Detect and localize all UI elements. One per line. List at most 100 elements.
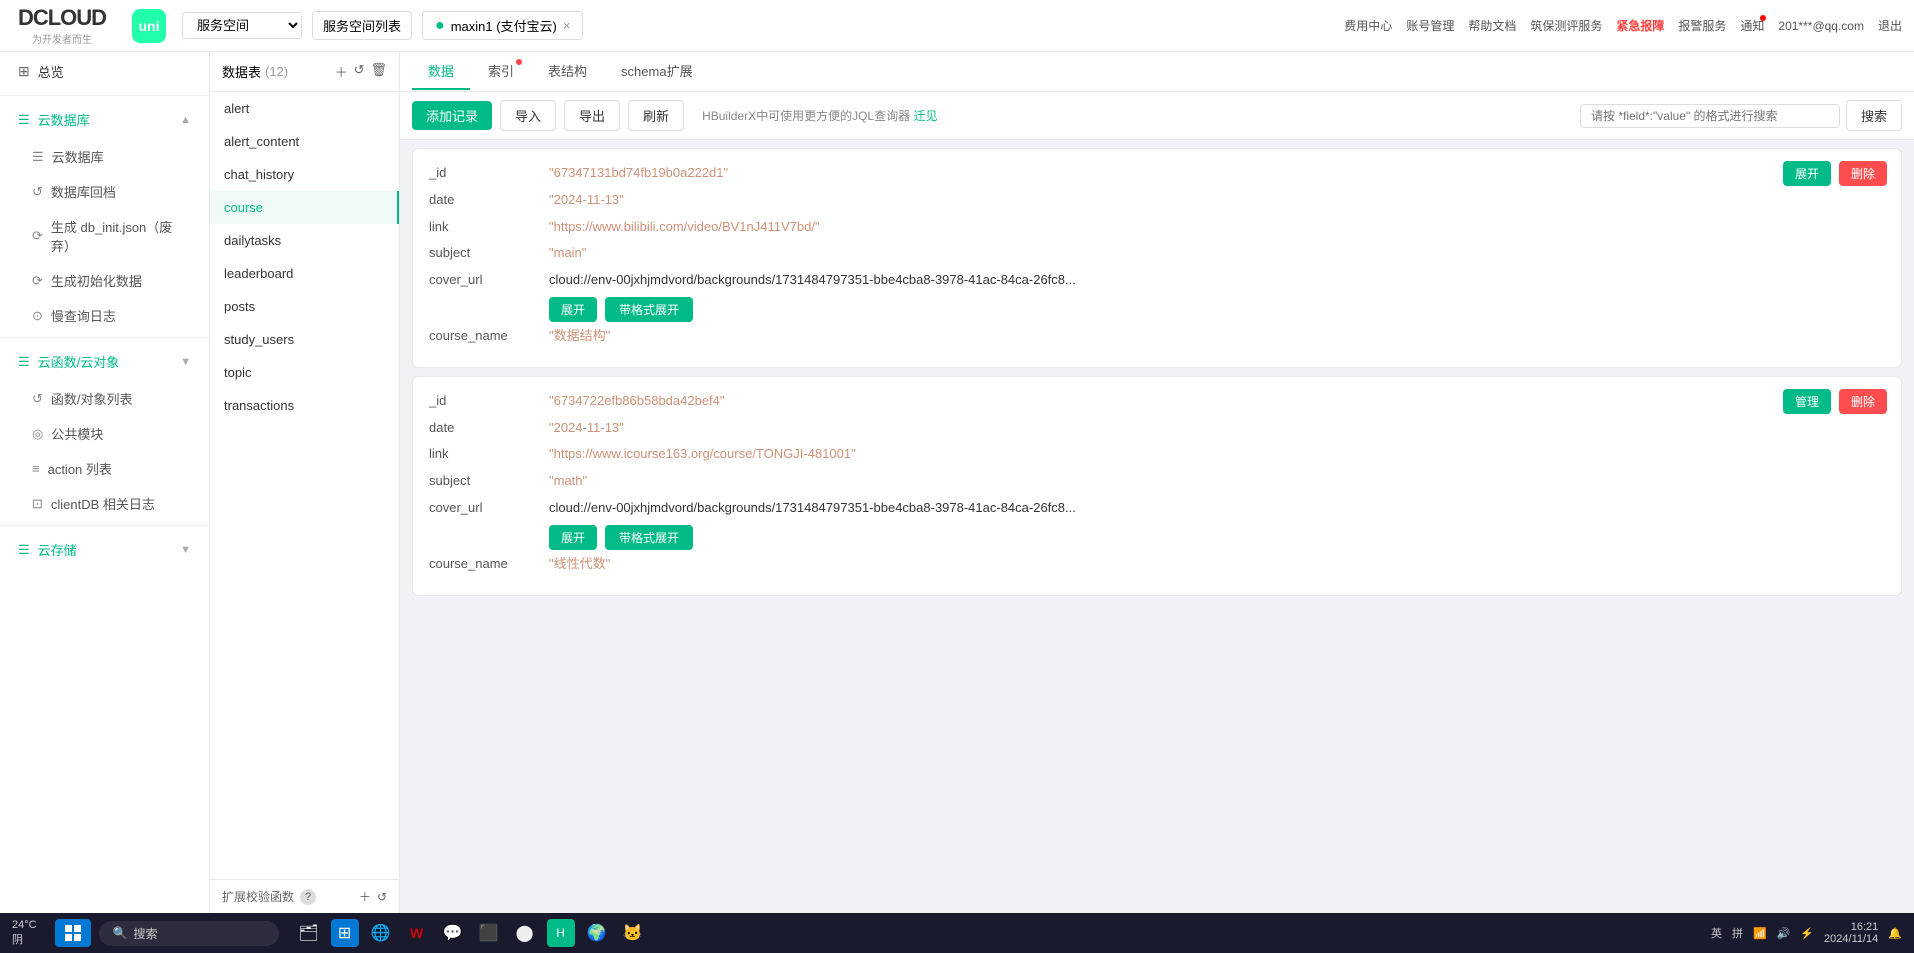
table-item-posts[interactable]: posts [210,290,399,323]
sidebar-func-list-label: 函数/对象列表 [51,389,133,408]
record-field-date-0: date "2024-11-13" [429,190,1885,211]
search-input[interactable] [1580,104,1840,128]
nav-notify[interactable]: 通知 [1740,17,1764,34]
expand-button-0[interactable]: 展开 [549,297,597,322]
sidebar-item-public-module[interactable]: ◎ 公共模块 [0,416,209,451]
add-record-button[interactable]: 添加记录 [412,101,492,130]
toolbar: 添加记录 导入 导出 刷新 HBuilderX中可使用更方便的JQL查询器 迁见… [400,92,1914,140]
taskbar-browser2-icon[interactable]: 🌍 [583,919,611,947]
sidebar-item-db-backup[interactable]: ↺ 数据库回档 [0,174,209,209]
taskbar-notification-icon[interactable]: 🔔 [1888,927,1902,940]
taskbar-input-en[interactable]: 英 [1711,925,1722,941]
taskbar-start-button[interactable] [55,919,91,947]
nav-urgent[interactable]: 紧急报障 [1616,17,1664,34]
sidebar-item-overview[interactable]: ⊞ 总览 [0,52,209,91]
table-item-transactions[interactable]: transactions [210,389,399,422]
tab-index[interactable]: 索引 [472,53,530,90]
tab-label: maxin1 (支付宝云) [451,16,557,35]
taskbar-wps-icon[interactable]: W [403,919,431,947]
delete-button-0[interactable]: 删除 [1839,161,1887,186]
refresh-expand-icon[interactable]: ↺ [377,890,387,904]
table-item-alert-content[interactable]: alert_content [210,125,399,158]
search-button[interactable]: 搜索 [1846,100,1902,131]
nav-docs[interactable]: 帮助文档 [1468,17,1516,34]
sidebar-item-func-list[interactable]: ↺ 函数/对象列表 [0,381,209,416]
logo-text: DCLOUD [18,5,106,31]
add-expand-icon[interactable]: ＋ [359,888,371,905]
sidebar-cloud-db-section[interactable]: ☰ 云数据库 ▲ [0,100,209,139]
uni-icon[interactable]: uni [132,9,166,43]
record-field-cover-1: cover_url cloud://env-00jxhjmdvord/backg… [429,498,1885,519]
sidebar-item-action-list[interactable]: ≡ action 列表 [0,451,209,486]
expand-button-1[interactable]: 展开 [549,525,597,550]
taskbar-file-manager-icon[interactable]: 🗂 [295,919,323,947]
topbar: DCLOUD 为开发者而生 uni 服务空间 服务空间列表 ● maxin1 (… [0,0,1914,52]
nav-eval[interactable]: 筑保测评服务 [1530,17,1602,34]
taskbar-search-box[interactable]: 🔍 搜索 [99,921,279,946]
space-list-button[interactable]: 服务空间列表 [312,11,412,40]
expand-fmt-button-1[interactable]: 带格式展开 [605,525,693,550]
nav-fee[interactable]: 费用中心 [1344,17,1392,34]
sidebar-divider-3 [0,525,209,526]
expand-fmt-button-0[interactable]: 带格式展开 [605,297,693,322]
field-key-cover-1: cover_url [429,498,549,519]
taskbar-terminal-icon[interactable]: ⬛ [475,919,503,947]
expand-row-0: 展开 带格式展开 [549,297,1885,322]
workspace-select[interactable]: 服务空间 [182,12,302,39]
table-item-chat-history[interactable]: chat_history [210,158,399,191]
manage-button-0[interactable]: 展开 [1783,161,1831,186]
help-icon[interactable]: ? [300,889,316,905]
table-item-course[interactable]: course [210,191,399,224]
table-item-topic[interactable]: topic [210,356,399,389]
tab-schema[interactable]: schema扩展 [605,53,709,90]
field-key-id-0: _id [429,163,549,184]
tab-structure[interactable]: 表结构 [532,53,603,90]
sidebar-cloud-storage-section[interactable]: ☰ 云存储 ▼ [0,530,209,569]
nav-alert[interactable]: 报警服务 [1678,17,1726,34]
delete-table-icon[interactable]: 🗑 [370,62,387,81]
taskbar-icons: 🗂 ⊞ 🌐 W 💬 ⬛ ⬤ H 🌍 🐱 [295,919,647,947]
add-table-icon[interactable]: ＋ [335,62,348,81]
sidebar-item-gen-init-data[interactable]: ⟳ 生成初始化数据 [0,263,209,298]
table-item-study-users[interactable]: study_users [210,323,399,356]
sidebar-item-gen-db-init[interactable]: ⟳ 生成 db_init.json（废弃） [0,209,209,263]
taskbar-wifi-icon[interactable]: 📶 [1753,927,1767,940]
taskbar-store-icon[interactable]: ⊞ [331,919,359,947]
sidebar-item-client-db-log[interactable]: ⊡ clientDB 相关日志 [0,486,209,521]
sidebar-gen-init-data-label: 生成初始化数据 [51,271,142,290]
taskbar-wechat-icon[interactable]: 💬 [439,919,467,947]
taskbar-hbuilder-icon[interactable]: H [547,919,575,947]
table-list-actions: ＋ ↺ 🗑 [335,62,387,81]
taskbar-volume-icon[interactable]: 🔊 [1777,927,1791,940]
table-item-alert[interactable]: alert [210,92,399,125]
sidebar-gen-db-init-label: 生成 db_init.json（废弃） [51,217,191,255]
import-button[interactable]: 导入 [500,100,556,131]
expand-row-1: 展开 带格式展开 [549,525,1885,550]
refresh-button[interactable]: 刷新 [628,100,684,131]
taskbar-input-cn[interactable]: 拼 [1732,925,1743,941]
sidebar-cloud-func-section[interactable]: ☰ 云函数/云对象 ▼ [0,342,209,381]
field-val-link-1: "https://www.icourse163.org/course/TONGJ… [549,444,856,465]
tab-data[interactable]: 数据 [412,53,470,90]
sidebar-cloud-func-label: 云函数/云对象 [38,352,120,371]
table-item-leaderboard[interactable]: leaderboard [210,257,399,290]
export-button[interactable]: 导出 [564,100,620,131]
active-tab-pill[interactable]: ● maxin1 (支付宝云) × [422,11,583,40]
tab-close-icon[interactable]: × [563,18,571,33]
table-item-dailytasks[interactable]: dailytasks [210,224,399,257]
refresh-table-icon[interactable]: ↺ [354,62,365,81]
nav-user-email[interactable]: 201***@qq.com [1778,19,1864,33]
nav-logout[interactable]: 退出 [1878,17,1902,34]
search-box: 搜索 [1580,100,1902,131]
delete-button-1[interactable]: 删除 [1839,389,1887,414]
taskbar-github-icon[interactable]: 🐱 [619,919,647,947]
field-key-date-1: date [429,418,549,439]
jql-link[interactable]: 迁见 [913,109,937,123]
taskbar-chrome-icon[interactable]: ⬤ [511,919,539,947]
sidebar-item-cloud-db[interactable]: ☰ 云数据库 [0,139,209,174]
sidebar-item-slow-query[interactable]: ⊙ 慢查询日志 [0,298,209,333]
nav-account[interactable]: 账号管理 [1406,17,1454,34]
taskbar-edge-icon[interactable]: 🌐 [367,919,395,947]
manage-button-1[interactable]: 管理 [1783,389,1831,414]
record-field-id-0: _id "67347131bd74fb19b0a222d1" [429,163,1885,184]
